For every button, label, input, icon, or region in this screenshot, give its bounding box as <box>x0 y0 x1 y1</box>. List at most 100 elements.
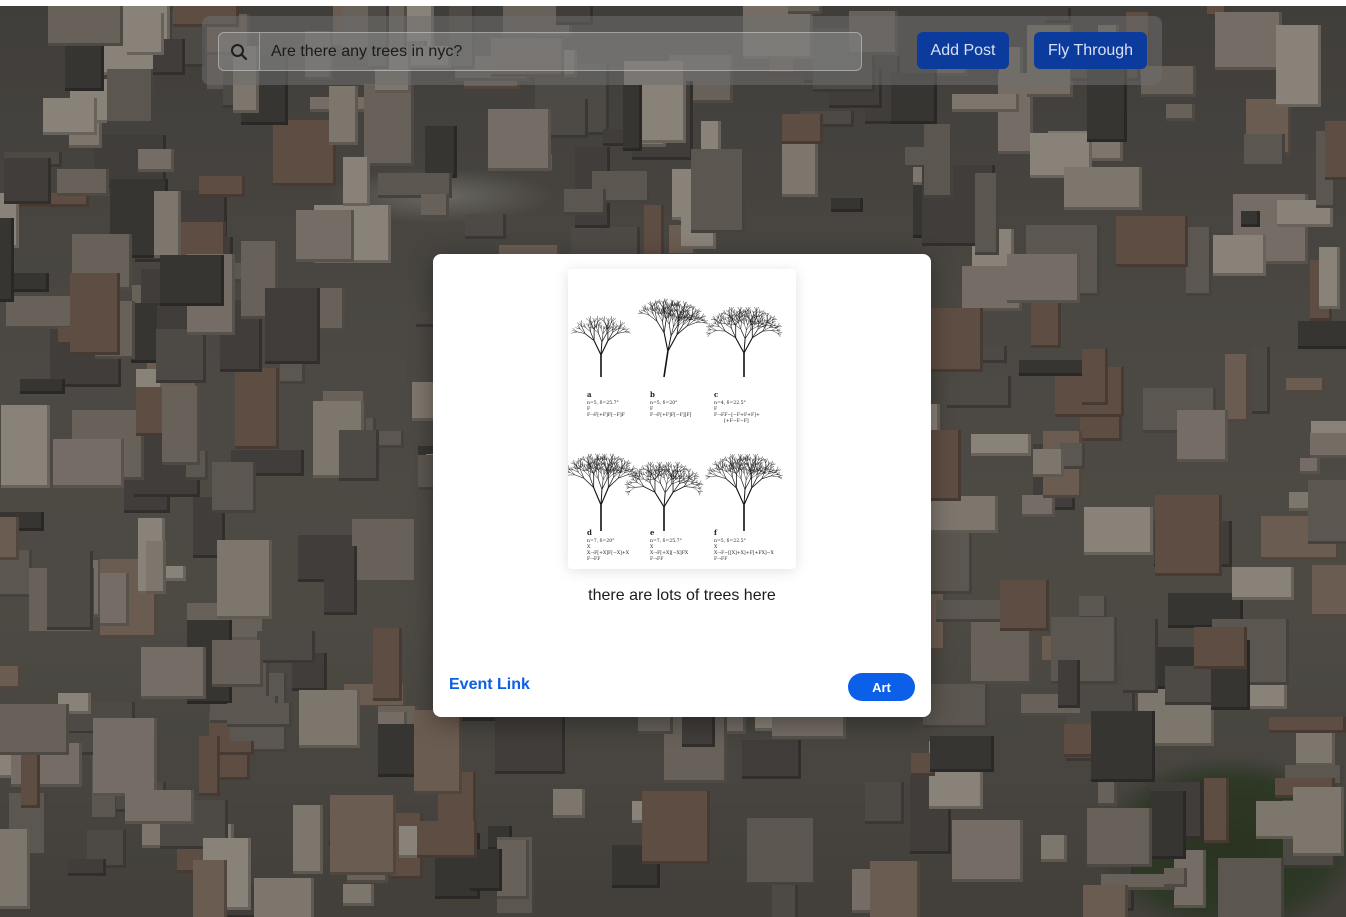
tree-branch <box>740 329 746 339</box>
tree-branch <box>581 326 586 334</box>
panel-rule: F→F[+F]F[−F][F] <box>650 412 692 418</box>
tree-branch <box>616 461 620 465</box>
tree-branch <box>628 482 633 485</box>
tree-branch <box>608 457 610 462</box>
tree-branch <box>629 487 636 492</box>
panel-rule: F <box>714 406 717 412</box>
tree-branch <box>744 319 746 325</box>
tree-branch <box>746 470 748 475</box>
tree-branch <box>710 475 718 477</box>
panel-rule: n=4, δ=22.5° <box>714 400 746 406</box>
panel-rule: n=5, δ=20° <box>650 400 677 406</box>
tree-branch <box>655 300 657 306</box>
tree-branch <box>602 325 605 330</box>
tree-branch <box>598 332 603 342</box>
tree-branch <box>686 468 689 473</box>
tree-branch <box>719 326 726 332</box>
tree-branch <box>663 351 669 378</box>
tree-branch <box>673 321 676 328</box>
tree-branch <box>607 333 618 342</box>
panel-rule: F→FF <box>650 556 663 562</box>
tree-branch <box>611 321 614 326</box>
tree-branch <box>620 321 624 327</box>
tree-branch <box>593 487 602 506</box>
tree-branch <box>654 491 665 508</box>
tree-branch <box>751 458 753 462</box>
tree-branch <box>620 322 626 327</box>
tree-branch <box>619 457 622 463</box>
tree-branch <box>777 474 783 477</box>
tree-branch <box>740 478 746 490</box>
search-icon[interactable] <box>219 33 260 70</box>
panel-letter: b <box>650 390 655 399</box>
panel-rule: X→F[+X]F[−X]+X <box>587 550 630 556</box>
category-badge[interactable]: Art <box>848 673 915 701</box>
tree-branch <box>606 473 614 480</box>
tree-branch <box>744 468 746 474</box>
tree-branch <box>669 316 672 325</box>
tree-branch <box>736 458 738 462</box>
tree-branch <box>763 458 766 464</box>
tree-branch <box>695 482 699 484</box>
tree-branch <box>569 469 576 475</box>
add-post-button[interactable]: Add Post <box>917 32 1009 69</box>
tree-branch <box>750 474 757 480</box>
tree-branch <box>672 315 675 321</box>
tree-branch <box>771 330 778 334</box>
tree-branch <box>638 478 645 487</box>
search-input[interactable] <box>260 33 860 70</box>
tree-branch <box>752 330 763 339</box>
tree-branch <box>684 486 694 488</box>
tree-branch <box>691 305 693 311</box>
tree-branch <box>673 321 678 328</box>
tree-branch <box>752 328 759 339</box>
post-card: a n=5, δ=25.7° F F→F[+F]F[−F]F b n=5, δ=20° F F… <box>433 254 931 717</box>
tree-branch <box>735 487 745 506</box>
tree-branch <box>607 332 613 341</box>
tree-branch <box>737 306 741 312</box>
tree-branch <box>751 478 762 489</box>
post-image: a n=5, δ=25.7° F F→F[+F]F[−F]F b n=5, δ=20° F F… <box>568 269 796 569</box>
tree-branch <box>607 477 614 488</box>
tree-branch <box>754 458 759 462</box>
panel-rule: F→F[+F]F[−F]F <box>587 412 625 418</box>
tree-branch <box>776 474 781 476</box>
tree-branch <box>600 328 604 335</box>
tree-branch <box>750 326 758 331</box>
tree-branch <box>707 329 712 332</box>
panel-rule: X <box>587 544 591 550</box>
tree-branch <box>682 479 686 482</box>
tree-branch <box>712 467 716 472</box>
panel-rule: [+F−F−F] <box>724 418 749 424</box>
tree-branch <box>654 464 657 469</box>
panel-rule: F→FF <box>587 556 600 562</box>
tree-branch <box>746 321 748 326</box>
tree-branch <box>744 473 747 481</box>
panel-rule: X <box>714 544 718 550</box>
tree-branch <box>606 329 613 334</box>
panel-rule: X→F−[[X]+X]+F[+FX]−X <box>714 550 774 556</box>
tree-branch <box>600 468 602 474</box>
search-bar <box>218 32 862 71</box>
tree-branch <box>600 473 604 481</box>
tree-branch <box>571 331 578 334</box>
tree-branch <box>606 317 609 323</box>
tree-branch <box>597 318 603 323</box>
tree-branch <box>608 478 619 489</box>
tree-branch <box>672 464 675 469</box>
tree-branch <box>663 332 669 352</box>
tree-branch <box>657 461 660 466</box>
panel-letter: e <box>650 528 655 537</box>
tree-branch <box>753 453 756 459</box>
tree-branch <box>686 320 694 327</box>
tree-branch <box>675 461 678 466</box>
tree-branch <box>593 340 602 356</box>
tree-branch <box>664 473 666 479</box>
tree-branch <box>711 473 718 477</box>
tree-branch <box>663 319 667 334</box>
event-link[interactable]: Event Link <box>449 676 530 694</box>
panel-rule: n=7, δ=25.7° <box>650 538 682 544</box>
tree-branch <box>716 330 726 332</box>
fly-through-button[interactable]: Fly Through <box>1034 32 1147 69</box>
tree-branch <box>690 479 694 481</box>
